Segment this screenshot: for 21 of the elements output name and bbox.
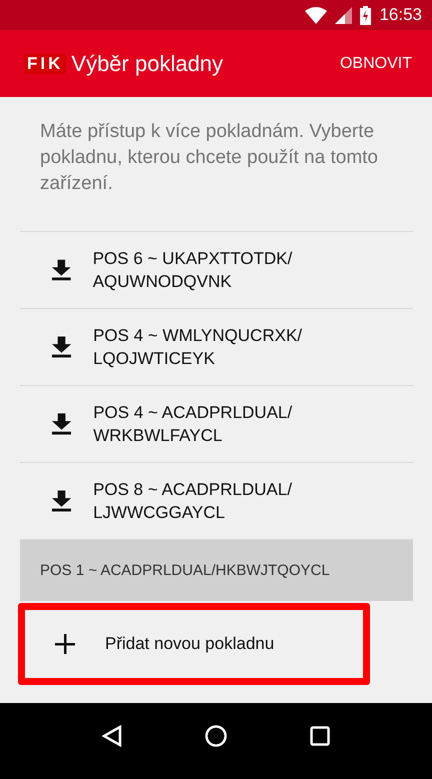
download-icon: [52, 259, 71, 281]
recents-icon[interactable]: [310, 726, 330, 746]
register-item[interactable]: POS 6 ~ UKAPXTTOTDK/ AQUWNODQVNK: [20, 231, 413, 308]
register-item[interactable]: POS 4 ~ ACADPRLDUAL/ WRKBWLFAYCL: [20, 385, 413, 462]
battery-icon: [360, 6, 372, 24]
signal-icon: [335, 6, 352, 24]
logo: FIK: [24, 54, 66, 74]
add-register-button[interactable]: Přidat novou pokladnu: [18, 603, 370, 685]
register-item[interactable]: POS 1 ~ ACADPRLDUAL/HKBWJTQOYCL: [20, 539, 413, 601]
download-icon: [52, 490, 72, 512]
home-icon[interactable]: [204, 725, 227, 747]
refresh-button[interactable]: OBNOVIT: [334, 50, 418, 76]
register-item[interactable]: POS 4 ~ WMLYNQUCRXK/ LQOJWTICEYK: [20, 308, 413, 385]
plus-icon: [55, 634, 75, 654]
clock: 16:53: [379, 4, 422, 26]
app-title: Výběr pokladny: [71, 50, 224, 78]
download-icon: [52, 413, 72, 435]
intro-text: Máte přístup k více pokladnám. Vyberte pokladnu, kterou chcete použít na tomto zařízení.: [39, 120, 379, 196]
back-icon[interactable]: [102, 725, 122, 747]
download-icon: [52, 336, 72, 358]
wifi-icon: [305, 6, 328, 24]
